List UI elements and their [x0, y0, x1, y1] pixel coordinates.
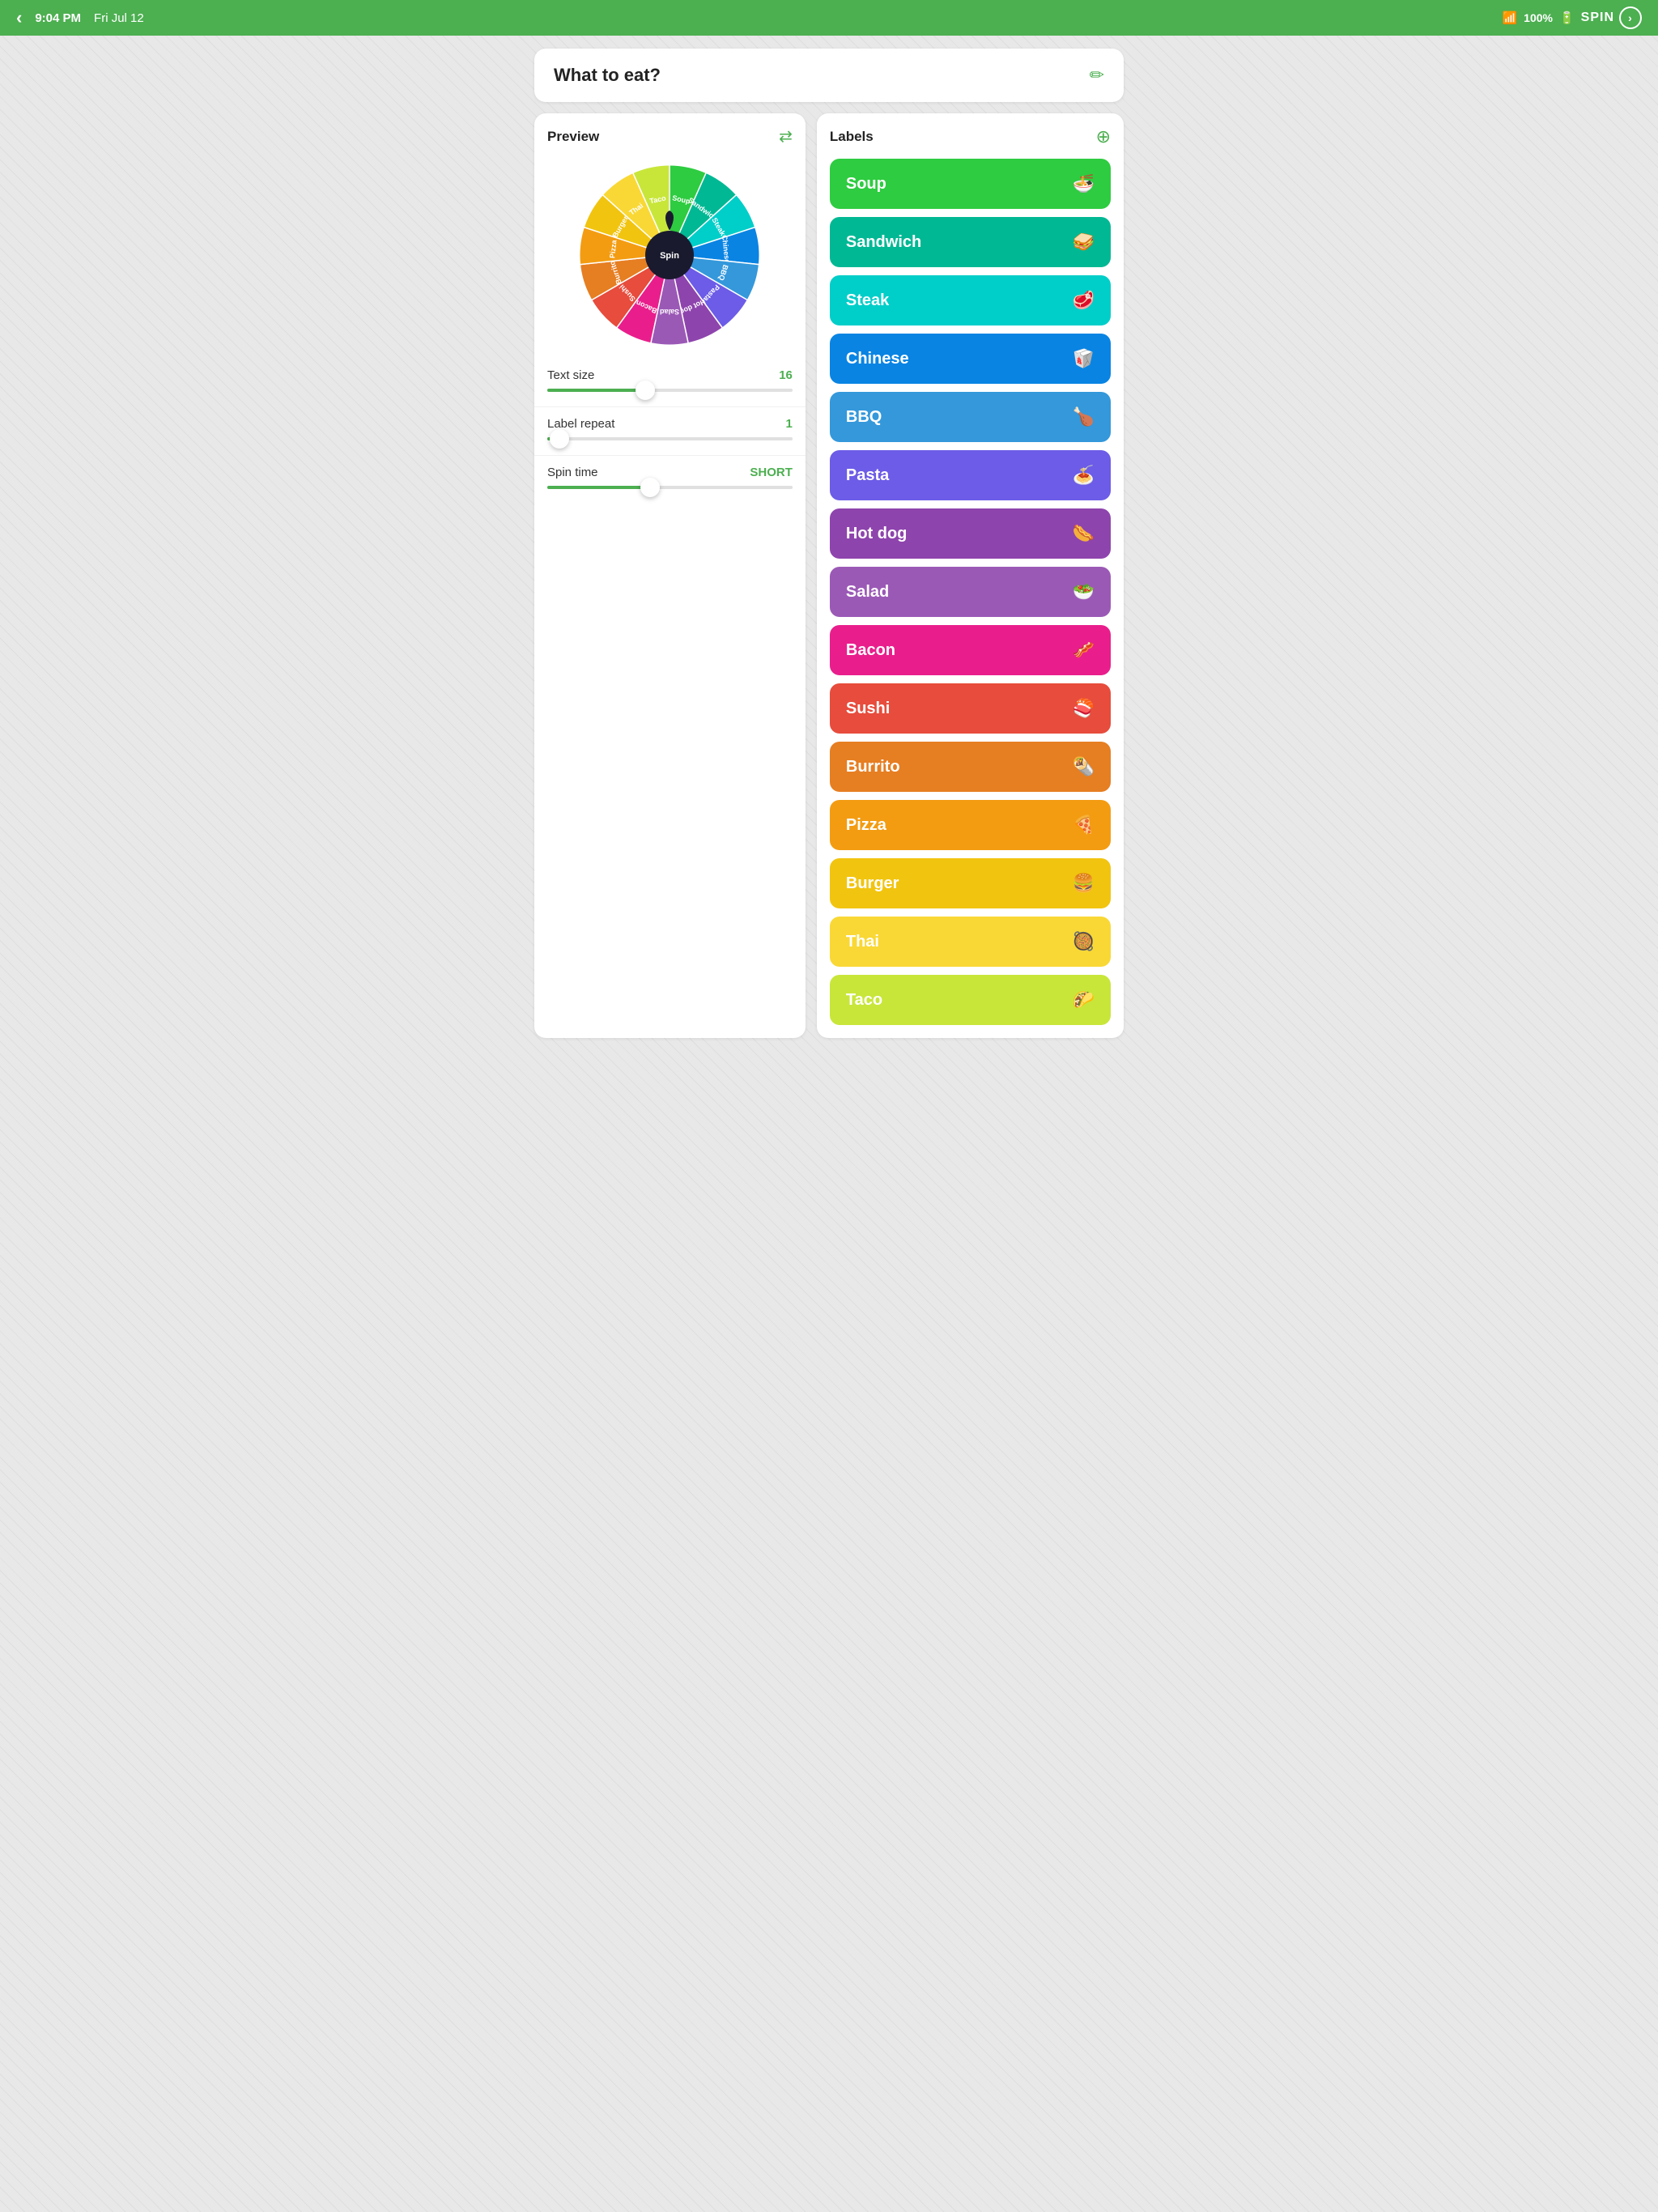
- label-emoji: 🍔: [1073, 873, 1095, 894]
- label-name: Steak: [846, 291, 1065, 310]
- status-time: 9:04 PM: [35, 11, 81, 25]
- label-emoji: 🍕: [1073, 815, 1095, 836]
- spin-wheel[interactable]: SoupSandwichSteakChineseBBQPastaHot dogS…: [572, 158, 767, 352]
- label-name: Soup: [846, 175, 1065, 194]
- label-item[interactable]: Hot dog 🌭: [830, 508, 1111, 559]
- battery-level: 100%: [1524, 11, 1553, 24]
- right-panel: Labels ⊕ Soup 🍜 Sandwich 🥪 Steak 🥩 Chinese 🥡 BBQ…: [817, 113, 1124, 1038]
- label-emoji: 🍝: [1073, 465, 1095, 486]
- page-title: What to eat?: [554, 65, 661, 86]
- label-emoji: 🍣: [1073, 698, 1095, 719]
- label-item[interactable]: Taco 🌮: [830, 975, 1111, 1025]
- label-item[interactable]: Burrito 🌯: [830, 742, 1111, 792]
- label-item[interactable]: Pizza 🍕: [830, 800, 1111, 850]
- label-emoji: 🌯: [1073, 756, 1095, 777]
- labels-title: Labels: [830, 129, 874, 145]
- label-name: BBQ: [846, 408, 1065, 427]
- label-emoji: 🥗: [1073, 581, 1095, 602]
- text-size-thumb[interactable]: [636, 381, 655, 400]
- spin-label: SPIN: [1581, 11, 1614, 25]
- add-label-button[interactable]: ⊕: [1096, 126, 1111, 147]
- label-name: Burger: [846, 874, 1065, 893]
- label-name: Chinese: [846, 350, 1065, 368]
- label-item[interactable]: Sushi 🍣: [830, 683, 1111, 734]
- label-item[interactable]: Salad 🥗: [830, 567, 1111, 617]
- label-name: Hot dog: [846, 525, 1065, 543]
- label-item[interactable]: Thai 🥘: [830, 917, 1111, 967]
- back-button[interactable]: ‹: [16, 7, 22, 28]
- label-emoji: 🌮: [1073, 989, 1095, 1010]
- label-list: Soup 🍜 Sandwich 🥪 Steak 🥩 Chinese 🥡 BBQ 🍗 Pasta 🍝 Ho…: [830, 159, 1111, 1025]
- status-bar: ‹ 9:04 PM Fri Jul 12 📶 100% 🔋 SPIN ›: [0, 0, 1658, 36]
- label-repeat-value: 1: [786, 417, 793, 431]
- spin-time-value: SHORT: [750, 466, 793, 479]
- label-repeat-track[interactable]: [547, 437, 793, 440]
- label-item[interactable]: Bacon 🥓: [830, 625, 1111, 675]
- labels-header: Labels ⊕: [830, 126, 1111, 147]
- text-size-fill: [547, 389, 645, 392]
- spin-button[interactable]: SPIN ›: [1581, 6, 1642, 29]
- label-name: Pizza: [846, 816, 1065, 835]
- spin-time-fill: [547, 486, 650, 489]
- title-card: What to eat? ✏: [534, 49, 1124, 102]
- label-name: Taco: [846, 991, 1065, 1010]
- label-name: Thai: [846, 933, 1065, 951]
- spin-time-track[interactable]: [547, 486, 793, 489]
- spin-time-setting: Spin time SHORT: [547, 466, 793, 489]
- label-repeat-setting: Label repeat 1: [547, 417, 793, 440]
- label-item[interactable]: Chinese 🥡: [830, 334, 1111, 384]
- shuffle-button[interactable]: ⇄: [779, 126, 793, 147]
- label-emoji: 🌭: [1073, 523, 1095, 544]
- svg-text:Spin: Spin: [661, 251, 680, 261]
- label-item[interactable]: Steak 🥩: [830, 275, 1111, 325]
- label-name: Pasta: [846, 466, 1065, 485]
- left-panel: Preview ⇄ SoupSandwichSteakChineseBBQPas…: [534, 113, 806, 1038]
- label-item[interactable]: Pasta 🍝: [830, 450, 1111, 500]
- label-item[interactable]: Soup 🍜: [830, 159, 1111, 209]
- label-item[interactable]: BBQ 🍗: [830, 392, 1111, 442]
- label-item[interactable]: Burger 🍔: [830, 858, 1111, 908]
- label-emoji: 🍜: [1073, 173, 1095, 194]
- label-emoji: 🥓: [1073, 640, 1095, 661]
- preview-label: Preview: [547, 129, 599, 145]
- spin-circle-icon: ›: [1619, 6, 1642, 29]
- label-emoji: 🥩: [1073, 290, 1095, 311]
- label-emoji: 🥪: [1073, 232, 1095, 253]
- content-row: Preview ⇄ SoupSandwichSteakChineseBBQPas…: [534, 113, 1124, 1038]
- wheel-container[interactable]: SoupSandwichSteakChineseBBQPastaHot dogS…: [547, 158, 793, 352]
- text-size-value: 16: [779, 368, 793, 382]
- text-size-label: Text size: [547, 368, 594, 382]
- label-name: Bacon: [846, 641, 1065, 660]
- preview-header: Preview ⇄: [547, 126, 793, 147]
- label-name: Sushi: [846, 700, 1065, 718]
- label-name: Salad: [846, 583, 1065, 602]
- spin-time-label: Spin time: [547, 466, 598, 479]
- label-emoji: 🥘: [1073, 931, 1095, 952]
- text-size-track[interactable]: [547, 389, 793, 392]
- edit-button[interactable]: ✏: [1090, 65, 1104, 86]
- main-container: What to eat? ✏ Preview ⇄ SoupSandwichSte…: [521, 36, 1137, 1051]
- battery-icon: 🔋: [1559, 11, 1575, 25]
- status-date: Fri Jul 12: [94, 11, 144, 25]
- label-item[interactable]: Sandwich 🥪: [830, 217, 1111, 267]
- label-name: Burrito: [846, 758, 1065, 776]
- spin-time-thumb[interactable]: [640, 478, 660, 497]
- text-size-setting: Text size 16: [547, 368, 793, 392]
- svg-text:Salad: Salad: [660, 308, 679, 316]
- label-emoji: 🥡: [1073, 348, 1095, 369]
- label-repeat-thumb[interactable]: [550, 429, 569, 449]
- label-emoji: 🍗: [1073, 406, 1095, 428]
- wifi-icon: 📶: [1502, 11, 1517, 25]
- label-name: Sandwich: [846, 233, 1065, 252]
